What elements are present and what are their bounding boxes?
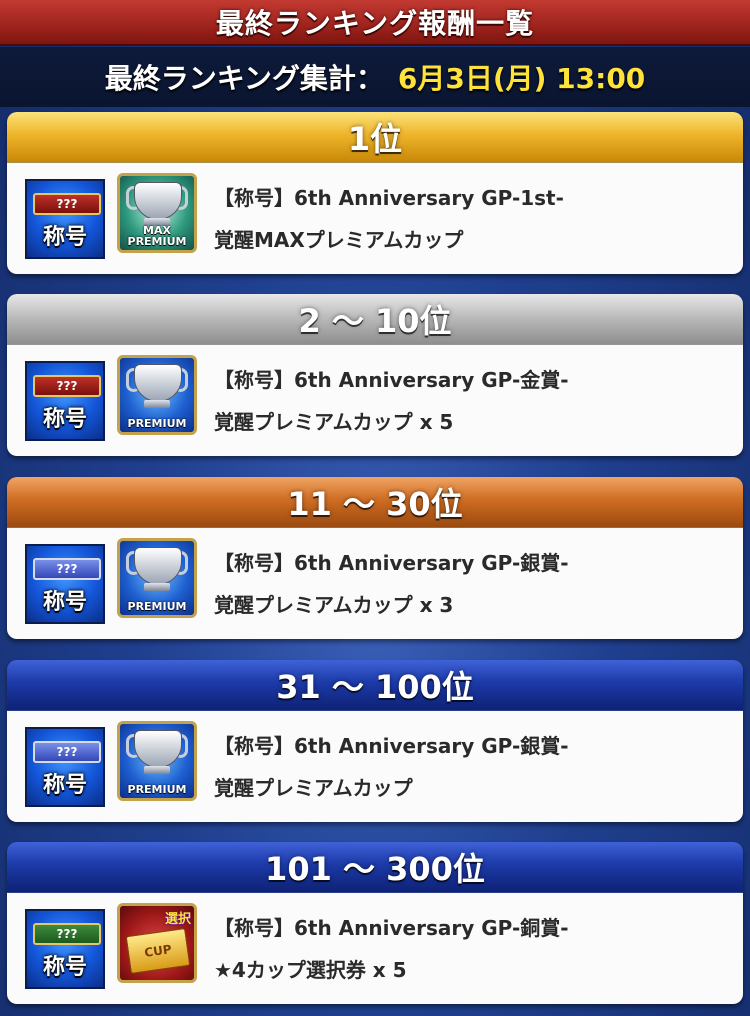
rank-label: 31 〜 100位 xyxy=(276,668,474,706)
reward-line-2: ★4カップ選択券 x 5 xyxy=(214,958,407,982)
cup-base xyxy=(144,766,170,774)
badge-text: 称号 xyxy=(42,407,87,432)
reward-row[interactable]: ??? 称号 選択 CUP 【称号】6th Anniversary GP-銅賞-… xyxy=(7,893,743,1004)
rank-header: 31 〜 100位 xyxy=(7,660,743,711)
rank-section-11-30: 11 〜 30位 ??? 称号 PREMIUM 【称号】6th Annivers… xyxy=(7,477,743,639)
cup-body xyxy=(134,730,182,768)
reward-line-1: 【称号】6th Anniversary GP-銀賞- xyxy=(214,734,569,758)
cup-base xyxy=(144,583,170,591)
badge-text: 称号 xyxy=(42,225,87,250)
badge-plate: ??? xyxy=(33,193,101,215)
rank-header: 11 〜 30位 xyxy=(7,477,743,528)
reward-description: 【称号】6th Anniversary GP-1st- 覚醒MAXプレミアムカッ… xyxy=(214,177,724,261)
icon-caption: PREMIUM xyxy=(127,417,187,430)
icon-caption: PREMIUM xyxy=(127,600,187,613)
rank-header: 101 〜 300位 xyxy=(7,842,743,893)
cup-select-ticket-icon[interactable]: 選択 CUP xyxy=(117,903,197,983)
reward-row[interactable]: ??? 称号 PREMIUM 【称号】6th Anniversary GP-銀賞… xyxy=(7,528,743,639)
badge-plate: ??? xyxy=(33,375,101,397)
cup-body xyxy=(134,547,182,585)
badge-text: 称号 xyxy=(42,590,87,615)
title-badge-icon[interactable]: ??? 称号 xyxy=(25,361,105,441)
ticket-body: CUP xyxy=(125,928,191,974)
reward-row[interactable]: ??? 称号 PREMIUM 【称号】6th Anniversary GP-銀賞… xyxy=(7,711,743,822)
reward-line-2: 覚醒プレミアムカップ x 3 xyxy=(214,593,454,617)
rank-header: 1位 xyxy=(7,112,743,163)
cup-body xyxy=(134,364,182,402)
reward-row[interactable]: ??? 称号 PREMIUM 【称号】6th Anniversary GP-金賞… xyxy=(7,345,743,456)
max-premium-cup-icon[interactable]: MAX PREMIUM xyxy=(117,173,197,253)
badge-text: 称号 xyxy=(42,773,87,798)
reward-description: 【称号】6th Anniversary GP-銅賞- ★4カップ選択券 x 5 xyxy=(214,907,724,991)
title-bar: 最終ランキング報酬一覧 xyxy=(0,0,750,46)
reward-line-1: 【称号】6th Anniversary GP-銀賞- xyxy=(214,551,569,575)
reward-description: 【称号】6th Anniversary GP-銀賞- 覚醒プレミアムカップ x … xyxy=(214,542,724,626)
title-badge-icon[interactable]: ??? 称号 xyxy=(25,179,105,259)
summary-date: 6月3日(月) 13:00 xyxy=(397,62,646,95)
reward-row[interactable]: ??? 称号 MAX PREMIUM 【称号】6th Anniversary G… xyxy=(7,163,743,274)
title-badge-icon[interactable]: ??? 称号 xyxy=(25,727,105,807)
premium-cup-icon[interactable]: PREMIUM xyxy=(117,355,197,435)
page-title: 最終ランキング報酬一覧 xyxy=(215,7,535,40)
icon-caption: MAX PREMIUM xyxy=(127,224,187,248)
summary-label: 最終ランキング集計： xyxy=(104,62,384,95)
badge-plate: ??? xyxy=(33,923,101,945)
title-badge-icon[interactable]: ??? 称号 xyxy=(25,544,105,624)
rank-label: 1位 xyxy=(347,120,403,158)
premium-cup-icon[interactable]: PREMIUM xyxy=(117,538,197,618)
rank-label: 2 〜 10位 xyxy=(298,302,452,340)
reward-line-1: 【称号】6th Anniversary GP-1st- xyxy=(214,186,564,210)
rank-label: 101 〜 300位 xyxy=(265,850,485,888)
rank-section-2-10: 2 〜 10位 ??? 称号 PREMIUM 【称号】6th Anniversa… xyxy=(7,294,743,456)
reward-description: 【称号】6th Anniversary GP-金賞- 覚醒プレミアムカップ x … xyxy=(214,359,724,443)
premium-cup-icon[interactable]: PREMIUM xyxy=(117,721,197,801)
rank-label: 11 〜 30位 xyxy=(287,485,463,523)
reward-line-1: 【称号】6th Anniversary GP-銅賞- xyxy=(214,916,569,940)
reward-description: 【称号】6th Anniversary GP-銀賞- 覚醒プレミアムカップ xyxy=(214,725,724,809)
reward-line-1: 【称号】6th Anniversary GP-金賞- xyxy=(214,368,569,392)
icon-caption: PREMIUM xyxy=(127,783,187,796)
ticket-tag: 選択 xyxy=(164,912,191,927)
cup-base xyxy=(144,400,170,408)
reward-line-2: 覚醒プレミアムカップ x 5 xyxy=(214,410,454,434)
title-badge-icon[interactable]: ??? 称号 xyxy=(25,909,105,989)
badge-plate: ??? xyxy=(33,741,101,763)
reward-line-2: 覚醒MAXプレミアムカップ xyxy=(214,228,464,252)
cup-body xyxy=(134,182,182,220)
rank-header: 2 〜 10位 xyxy=(7,294,743,345)
rank-section-1: 1位 ??? 称号 MAX PREMIUM 【称号】6th Anniversar… xyxy=(7,112,743,274)
rank-section-101-300: 101 〜 300位 ??? 称号 選択 CUP 【称号】6th Anniver… xyxy=(7,842,743,1004)
badge-text: 称号 xyxy=(42,955,87,980)
summary-bar: 最終ランキング集計： 6月3日(月) 13:00 xyxy=(0,47,750,107)
rank-section-31-100: 31 〜 100位 ??? 称号 PREMIUM 【称号】6th Anniver… xyxy=(7,660,743,822)
reward-line-2: 覚醒プレミアムカップ xyxy=(214,776,413,800)
badge-plate: ??? xyxy=(33,558,101,580)
